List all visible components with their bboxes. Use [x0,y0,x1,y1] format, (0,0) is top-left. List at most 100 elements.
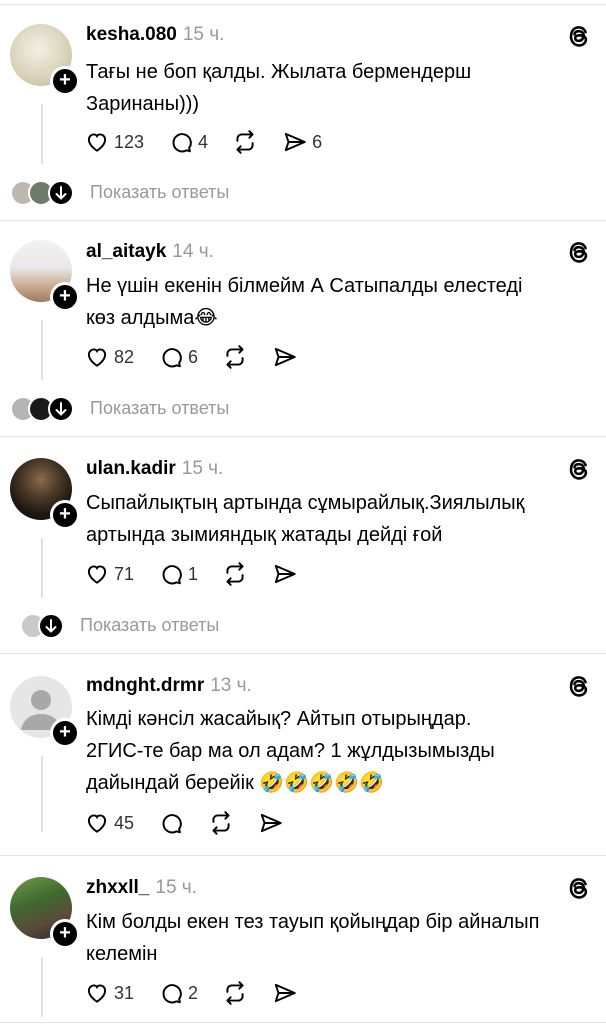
divider [0,4,606,5]
comment-count: 6 [188,346,199,367]
post-text-line: Кімді кәнсіл жасайық? Айтып отырыңдар. [86,708,472,730]
divider [0,653,606,654]
thread-line [41,104,43,164]
repost-icon [226,562,244,586]
show-replies-link[interactable]: Показать ответы [90,398,229,419]
divider [0,436,606,437]
like-count: 71 [114,563,135,584]
post-text: Кімді кәнсіл жасайық? Айтып отырыңдар. 2… [86,703,586,799]
thread-line [41,538,43,598]
thread-line [41,756,43,832]
comment-button[interactable] [158,810,184,836]
heart-icon [87,565,107,584]
action-bar: 123 4 6 [84,127,346,157]
send-icon [274,347,296,367]
heart-icon [87,133,107,152]
like-count: 123 [114,131,145,152]
thread-line [41,320,43,380]
post-header: al_aitayk 14 ч. [86,241,214,263]
heart-icon [87,348,107,367]
post-text: Не үшін екенін білмейм А Сатыпалды елест… [86,270,586,334]
share-button[interactable]: 6 [282,129,322,155]
share-count: 6 [312,131,323,152]
threads-logo-icon[interactable] [564,22,592,50]
show-replies-row[interactable]: Показать ответы [0,610,606,640]
comment-icon [162,565,182,585]
post-text-line: көз алдыма😂 [86,307,218,329]
arrow-down-icon [48,396,74,422]
like-button[interactable]: 123 [84,129,144,155]
threads-logo-icon[interactable] [564,238,592,266]
heart-icon [87,814,107,833]
send-icon [274,983,296,1003]
heart-icon [87,984,107,1003]
share-button[interactable] [272,561,298,587]
like-count: 45 [114,812,135,833]
comment-button[interactable]: 4 [168,129,208,155]
repost-icon [226,345,244,369]
repost-button[interactable] [232,129,258,155]
repost-button[interactable] [222,561,248,587]
divider [0,220,606,221]
action-bar: 71 1 [84,559,322,589]
repost-icon [226,981,244,1005]
repost-icon [236,130,254,154]
repost-button[interactable] [208,810,234,836]
timestamp: 13 ч. [210,675,252,696]
follow-plus-icon[interactable]: + [50,282,80,312]
username[interactable]: ulan.kadir [86,458,176,479]
comment-button[interactable]: 6 [158,344,198,370]
show-replies-link[interactable]: Показать ответы [80,615,219,636]
username[interactable]: zhxxll_ [86,877,149,898]
like-button[interactable]: 45 [84,810,134,836]
send-icon [284,132,306,152]
threads-logo-icon[interactable] [564,874,592,902]
follow-plus-icon[interactable]: + [50,66,80,96]
like-button[interactable]: 71 [84,561,134,587]
share-button[interactable] [272,344,298,370]
post-text: Сыпайлықтың артында сұмырайлық.Зиялылық … [86,487,586,551]
post-header: zhxxll_ 15 ч. [86,877,197,899]
post-text-line: Кім болды екен тез тауып қойыңдар бір ай… [86,911,540,933]
action-bar: 45 [84,808,308,838]
threads-logo-icon[interactable] [564,672,592,700]
post-text-line: Заринаны))) [86,93,200,115]
comment-button[interactable]: 1 [158,561,198,587]
post-text: Кім болды екен тез тауып қойыңдар бір ай… [86,906,586,970]
thread-line [41,957,43,1017]
follow-plus-icon[interactable]: + [50,919,80,949]
show-replies-link[interactable]: Показать ответы [90,182,229,203]
post-header: ulan.kadir 15 ч. [86,458,223,480]
comment-icon [162,348,182,368]
follow-plus-icon[interactable]: + [50,718,80,748]
threads-logo-icon[interactable] [564,455,592,483]
share-button[interactable] [258,810,284,836]
timestamp: 15 ч. [155,877,197,898]
timestamp: 15 ч. [181,458,224,479]
like-button[interactable]: 31 [84,980,134,1006]
arrow-down-icon [48,180,74,206]
comment-count: 2 [188,982,199,1003]
post-text-line: Сыпайлықтың артында сұмырайлық.Зиялылық [86,492,525,514]
username[interactable]: mdnght.drmr [86,675,204,696]
share-button[interactable] [272,980,298,1006]
divider [0,1022,606,1023]
post-text-line: келемін [86,943,158,965]
post-text-line: дайындай берейік 🤣🤣🤣🤣🤣 [86,772,384,794]
action-bar: 31 2 [84,978,322,1008]
post-text: Тағы не боп қалды. Жылата бермендерш Зар… [86,56,586,120]
repost-button[interactable] [222,980,248,1006]
arrow-down-icon [38,613,64,639]
comment-button[interactable]: 2 [158,980,198,1006]
show-replies-row[interactable]: Показать ответы [0,177,606,207]
repost-button[interactable] [222,344,248,370]
post-text-line: Тағы не боп қалды. Жылата бермендерш [86,61,472,83]
show-replies-row[interactable]: Показать ответы [0,393,606,423]
like-button[interactable]: 82 [84,344,134,370]
post-text-line: Не үшін екенін білмейм А Сатыпалды елест… [86,275,523,297]
comment-count: 4 [198,131,209,152]
follow-plus-icon[interactable]: + [50,500,80,530]
username[interactable]: al_aitayk [86,241,166,262]
username[interactable]: kesha.080 [86,24,177,45]
comment-icon [172,133,192,153]
